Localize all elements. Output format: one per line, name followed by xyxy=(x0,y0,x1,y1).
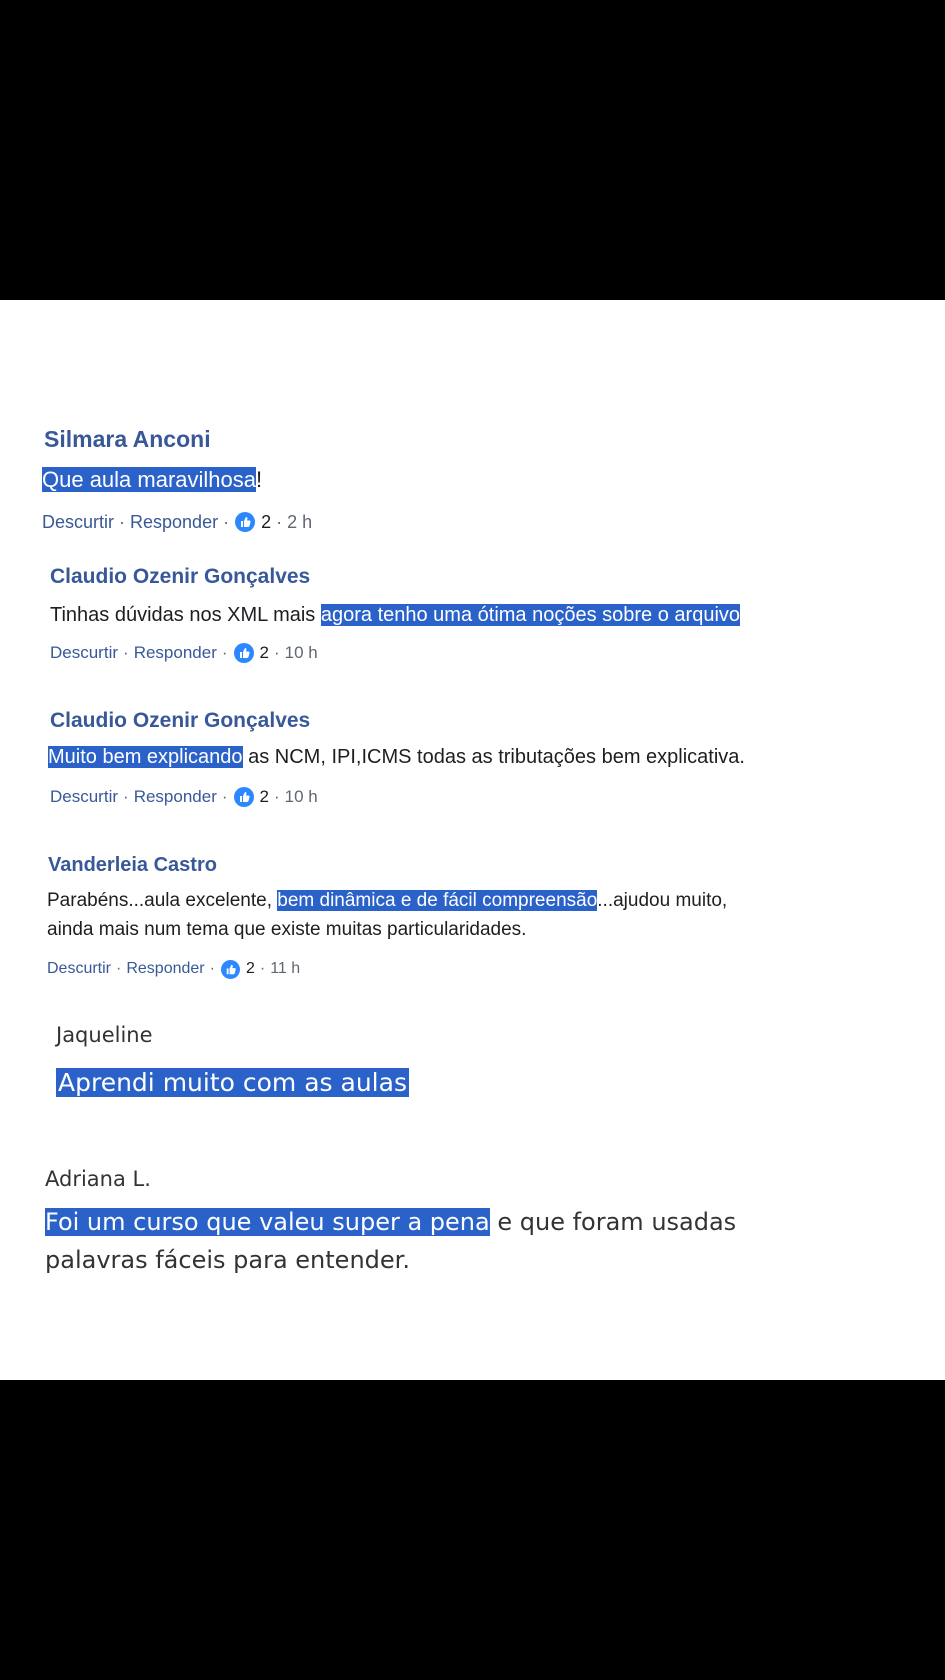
thumbs-up-icon[interactable] xyxy=(220,959,240,979)
comment-actions: Descurtir · Responder · 2 · 11 h xyxy=(47,958,300,980)
comment-actions: Descurtir · Responder · 2 · 2 h xyxy=(42,511,312,533)
separator: · xyxy=(116,960,122,977)
screenshot-panel: Silmara Anconi Que aula maravilhosa! Des… xyxy=(0,300,945,1380)
like-count: 2 xyxy=(261,511,272,532)
review-text: Aprendi muito com as aulas xyxy=(56,1064,409,1102)
review-line-2: palavras fáceis para entender. xyxy=(45,1246,410,1274)
unlike-link[interactable]: Descurtir xyxy=(47,960,111,978)
reply-link[interactable]: Responder xyxy=(130,512,218,533)
comment-author[interactable]: Silmara Anconi xyxy=(44,426,211,453)
comment-text: Que aula maravilhosa! xyxy=(42,464,262,496)
comment-actions: Descurtir · Responder · 2 · 10 h xyxy=(50,786,318,808)
comment-actions: Descurtir · Responder · 2 · 10 h xyxy=(50,642,318,664)
reply-link[interactable]: Responder xyxy=(134,787,217,807)
highlighted-text: Que aula maravilhosa xyxy=(42,467,257,492)
like-count: 2 xyxy=(245,960,255,977)
highlighted-text: Foi um curso que valeu super a pena xyxy=(45,1208,490,1236)
comment-text: Parabéns...aula excelente, bem dinâmica … xyxy=(47,886,727,944)
reply-link[interactable]: Responder xyxy=(134,643,217,663)
comment-text-start: Tinhas dúvidas nos XML mais xyxy=(50,604,321,626)
timestamp[interactable]: 11 h xyxy=(270,960,300,978)
timestamp[interactable]: 2 h xyxy=(287,512,312,533)
unlike-link[interactable]: Descurtir xyxy=(42,512,114,533)
comment-text-start: Parabéns...aula excelente, xyxy=(47,890,278,911)
comment-author[interactable]: Vanderleia Castro xyxy=(48,854,217,877)
thumbs-up-icon[interactable] xyxy=(233,787,254,807)
separator: · xyxy=(209,960,215,977)
review-text: Foi um curso que valeu super a pena e qu… xyxy=(45,1203,736,1279)
comment-text-rest: ...ajudou muito, xyxy=(597,890,728,911)
thumbs-up-icon[interactable] xyxy=(233,643,254,663)
unlike-link[interactable]: Descurtir xyxy=(50,787,118,807)
like-count: 2 xyxy=(259,643,269,662)
timestamp[interactable]: 10 h xyxy=(285,643,318,663)
highlighted-text: bem dinâmica e de fácil compreensão xyxy=(277,890,598,911)
comment-author[interactable]: Claudio Ozenir Gonçalves xyxy=(50,709,310,733)
separator: · xyxy=(274,787,280,806)
comment-text: Tinhas dúvidas nos XML mais agora tenho … xyxy=(50,600,741,630)
separator: · xyxy=(221,787,228,806)
highlighted-text: agora tenho uma ótima noções sobre o arq… xyxy=(320,604,741,626)
separator: · xyxy=(221,643,228,662)
highlighted-text: Muito bem explicando xyxy=(48,746,243,768)
review-line-1: Foi um curso que valeu super a pena e qu… xyxy=(45,1203,736,1241)
separator: · xyxy=(123,787,129,806)
review-author: Jaqueline xyxy=(56,1023,153,1047)
like-count: 2 xyxy=(259,787,269,806)
comment-text: Muito bem explicando as NCM, IPI,ICMS to… xyxy=(48,742,745,772)
separator: · xyxy=(123,643,129,662)
comment-line-1: Parabéns...aula excelente, bem dinâmica … xyxy=(47,886,727,915)
timestamp[interactable]: 10 h xyxy=(285,787,318,807)
reply-link[interactable]: Responder xyxy=(126,960,204,978)
separator: · xyxy=(259,960,266,977)
separator: · xyxy=(276,511,283,532)
highlighted-text: Aprendi muito com as aulas xyxy=(56,1068,409,1097)
comment-text-rest: ! xyxy=(256,467,263,492)
comment-line-2: ainda mais num tema que existe muitas pa… xyxy=(47,919,527,940)
review-text-rest: e que foram usadas xyxy=(489,1208,737,1236)
separator: · xyxy=(119,511,126,532)
comment-author[interactable]: Claudio Ozenir Gonçalves xyxy=(50,565,310,589)
comment-text-rest: as NCM, IPI,ICMS todas as tributações be… xyxy=(242,746,745,768)
unlike-link[interactable]: Descurtir xyxy=(50,643,118,663)
thumbs-up-icon[interactable] xyxy=(235,512,256,532)
review-author: Adriana L. xyxy=(45,1167,151,1191)
separator: · xyxy=(274,643,280,662)
separator: · xyxy=(223,511,230,532)
